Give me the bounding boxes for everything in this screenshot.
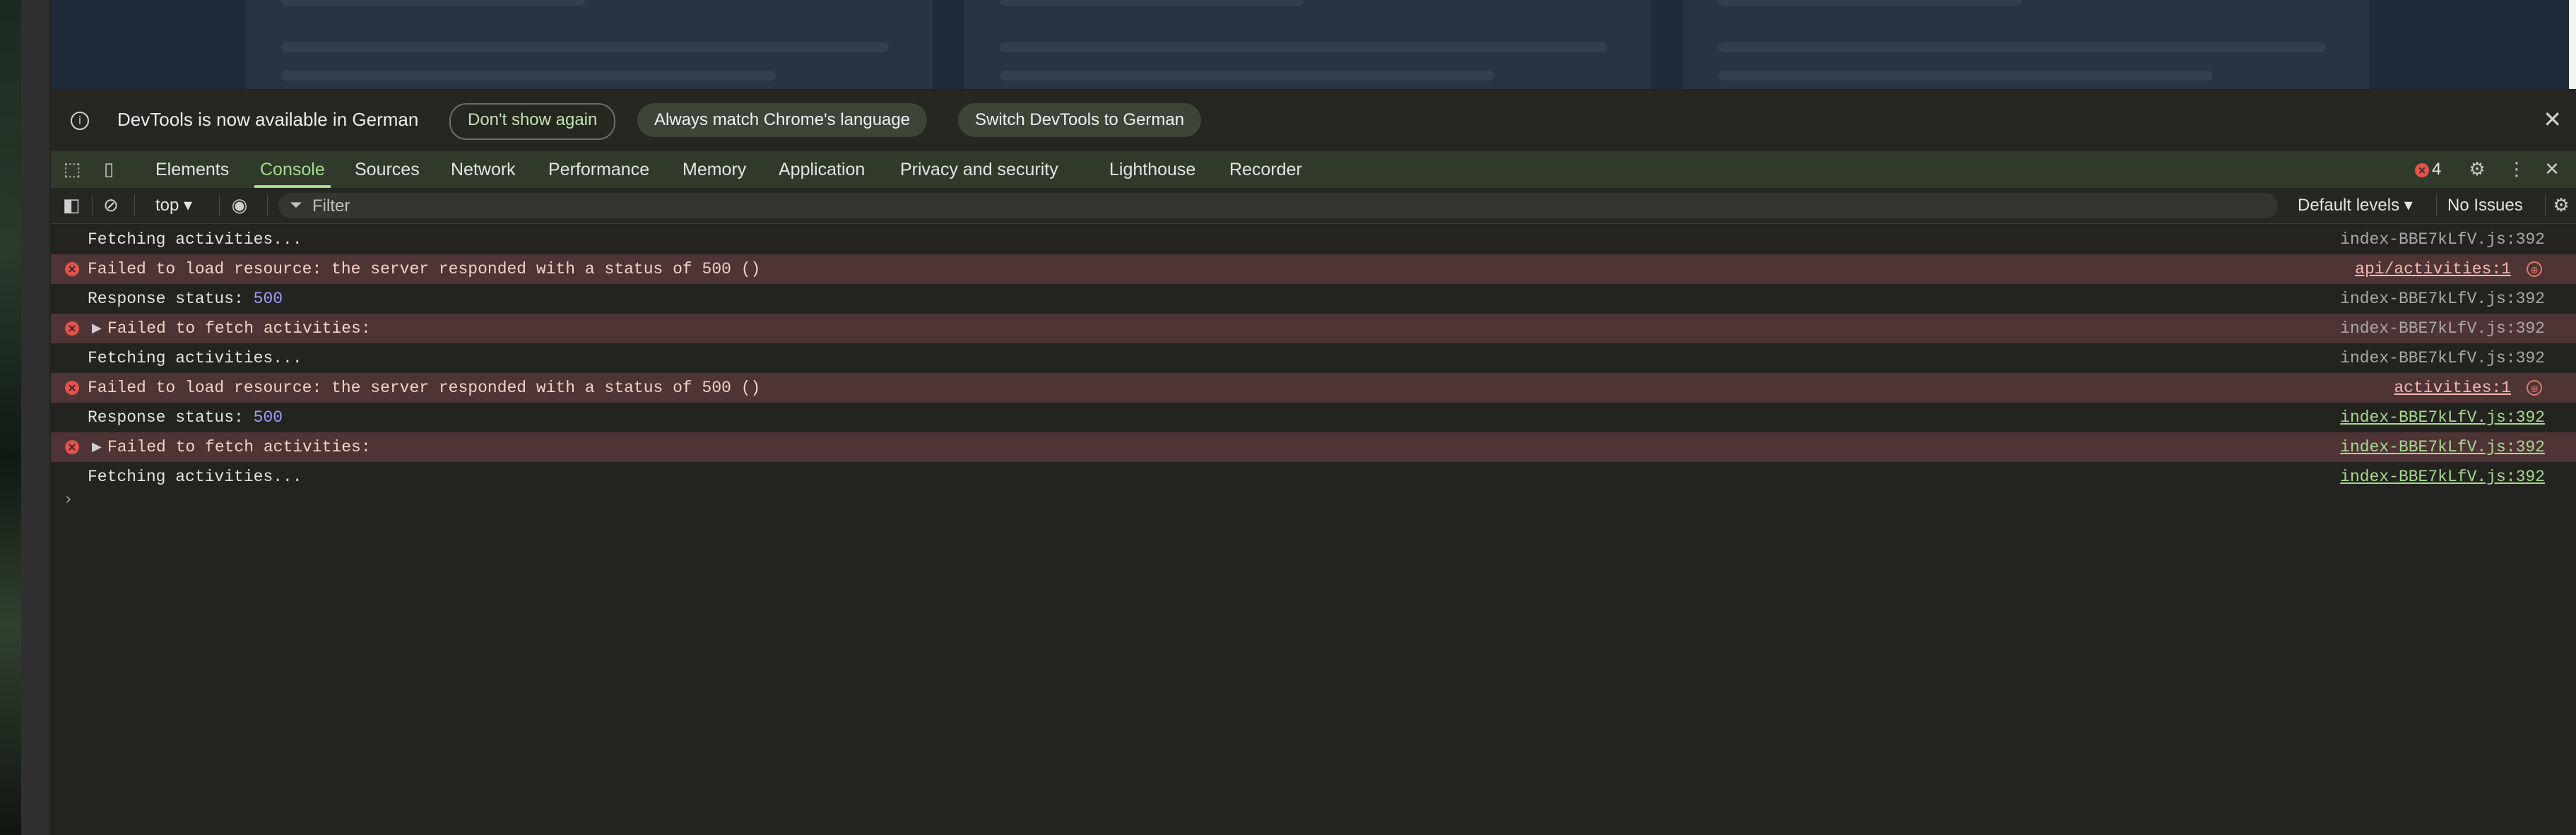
tab-elements[interactable]: Elements [155, 151, 229, 188]
tab-application[interactable]: Application [779, 151, 865, 188]
issues-button[interactable]: No Issues [2447, 188, 2523, 223]
window-rail [21, 0, 49, 835]
message-text: Failed to load resource: the server resp… [88, 260, 761, 278]
console-message: Fetching activities... index-BBE7kLfV.js… [51, 462, 2576, 492]
page-preview [51, 0, 2576, 89]
error-icon: × [65, 440, 79, 454]
console-messages: Fetching activities... index-BBE7kLfV.js… [51, 225, 2576, 835]
separator [2545, 195, 2546, 216]
tab-memory[interactable]: Memory [683, 151, 746, 188]
separator [267, 195, 268, 216]
source-link[interactable]: index-BBE7kLfV.js:392 [2340, 462, 2545, 492]
source-link[interactable]: index-BBE7kLfV.js:392 [2340, 314, 2545, 343]
inspect-element-icon[interactable]: ⬚ [61, 158, 83, 181]
log-levels-dropdown[interactable]: Default levels ▾ [2298, 188, 2413, 223]
context-label: top [155, 196, 179, 215]
message-text: Response status: 500 [88, 290, 283, 308]
console-toolbar: ◧ ⊘ top ▾ ◉ ⏷ Default levels ▾ No Issues… [51, 188, 2576, 224]
tab-network[interactable]: Network [451, 151, 516, 188]
tab-performance[interactable]: Performance [548, 151, 649, 188]
info-icon: i [71, 112, 89, 130]
console-prompt[interactable]: › [65, 489, 72, 509]
filter-box: ⏷ [278, 193, 2278, 218]
close-icon[interactable]: ✕ [2543, 106, 2562, 133]
console-message: Response status: 500 index-BBE7kLfV.js:3… [51, 403, 2576, 432]
source-link[interactable]: index-BBE7kLfV.js:392 [2340, 403, 2545, 432]
desktop-edge [0, 0, 49, 835]
message-text: Fetching activities... [88, 349, 302, 367]
always-match-language-button[interactable]: Always match Chrome's language [637, 103, 928, 137]
skeleton-card [1683, 0, 2370, 89]
source-link[interactable]: index-BBE7kLfV.js:392 [2340, 343, 2545, 373]
message-text: Failed to fetch activities: [107, 319, 371, 338]
tab-lighthouse[interactable]: Lighthouse [1109, 151, 1195, 188]
tab-recorder[interactable]: Recorder [1229, 151, 1302, 188]
message-text: Response status: 500 [88, 408, 283, 427]
separator [134, 195, 135, 216]
network-globe-icon[interactable]: ⊕ [2527, 380, 2542, 396]
expand-triangle-icon[interactable]: ▶ [92, 314, 102, 343]
separator [2436, 195, 2437, 216]
message-text: Failed to load resource: the server resp… [88, 379, 761, 397]
error-icon: × [65, 262, 79, 276]
console-error: × ▶ Failed to fetch activities: index-BB… [51, 314, 2576, 343]
network-globe-icon[interactable]: ⊕ [2527, 261, 2542, 277]
console-message: Fetching activities... index-BBE7kLfV.js… [51, 343, 2576, 373]
device-toolbar-icon[interactable]: ▯ [98, 158, 120, 181]
more-options-icon[interactable]: ⋮ [2505, 158, 2528, 181]
wallpaper-strip [0, 0, 21, 835]
devtools-panel: i DevTools is now available in German Do… [51, 90, 2576, 835]
language-infobar: i DevTools is now available in German Do… [51, 90, 2576, 152]
settings-gear-icon[interactable]: ⚙ [2466, 158, 2488, 181]
source-link[interactable]: api/activities:1 [2355, 254, 2511, 284]
message-text: Fetching activities... [88, 230, 302, 249]
switch-to-german-button[interactable]: Switch DevTools to German [958, 103, 1202, 137]
close-devtools-icon[interactable]: ✕ [2541, 158, 2563, 181]
separator [219, 195, 220, 216]
error-count: 4 [2432, 160, 2442, 179]
source-link[interactable]: index-BBE7kLfV.js:392 [2340, 284, 2545, 314]
infobar-message: DevTools is now available in German [117, 109, 419, 130]
message-text: Failed to fetch activities: [107, 438, 371, 456]
message-text: Fetching activities... [88, 468, 302, 486]
console-message: Fetching activities... index-BBE7kLfV.js… [51, 225, 2576, 254]
filter-icon: ⏷ [290, 196, 302, 214]
context-selector[interactable]: top ▾ [155, 188, 192, 223]
skeleton-card [246, 0, 933, 89]
live-expression-eye-icon[interactable]: ◉ [229, 195, 250, 216]
console-settings-icon[interactable]: ⚙ [2551, 195, 2572, 216]
clear-console-icon[interactable]: ⊘ [100, 195, 122, 216]
error-icon: × [2415, 162, 2429, 177]
error-counter[interactable]: × 4 [2415, 158, 2441, 181]
filter-input[interactable] [311, 195, 2250, 218]
tab-privacy-security[interactable]: Privacy and security [900, 151, 1058, 188]
page-scrollbar[interactable] [2569, 0, 2576, 89]
console-message: Response status: 500 index-BBE7kLfV.js:3… [51, 284, 2576, 314]
dont-show-again-button[interactable]: Don't show again [449, 103, 616, 140]
console-error: × Failed to load resource: the server re… [51, 373, 2576, 403]
source-link[interactable]: index-BBE7kLfV.js:392 [2340, 225, 2545, 254]
tab-sources[interactable]: Sources [355, 151, 420, 188]
source-link[interactable]: index-BBE7kLfV.js:392 [2340, 432, 2545, 462]
sidebar-toggle-icon[interactable]: ◧ [61, 195, 82, 216]
expand-triangle-icon[interactable]: ▶ [92, 432, 102, 462]
separator [92, 195, 93, 216]
tab-console[interactable]: Console [254, 151, 331, 188]
console-error: × ▶ Failed to fetch activities: index-BB… [51, 432, 2576, 462]
skeleton-card [964, 0, 1651, 89]
error-icon: × [65, 321, 79, 336]
error-icon: × [65, 381, 79, 395]
devtools-tabbar: ⬚ ▯ Elements Console Sources Network Per… [51, 151, 2576, 189]
levels-label: Default levels [2298, 196, 2400, 215]
console-error: × Failed to load resource: the server re… [51, 254, 2576, 284]
source-link[interactable]: activities:1 [2394, 373, 2511, 403]
